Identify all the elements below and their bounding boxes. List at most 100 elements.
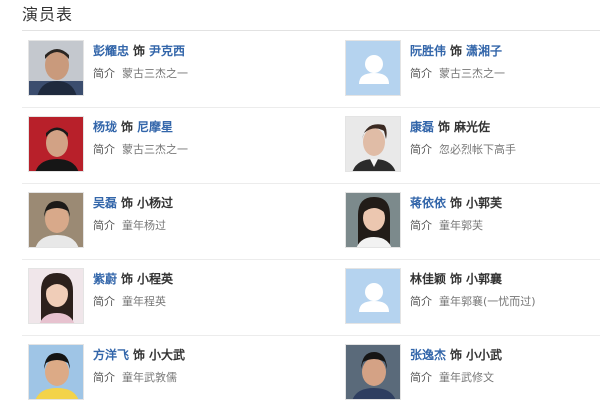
actor-name: 林佳颖 <box>410 272 447 286</box>
cast-row: 吴磊饰小杨过 简介 童年杨过 蒋依依饰小郭芙 简介 童年郭芙 <box>0 184 600 260</box>
default-avatar-icon <box>346 269 400 323</box>
actor-photo[interactable] <box>345 344 401 400</box>
cast-row: 杨珑饰尼摩星 简介 蒙古三杰之一 康磊饰麻光佐 简介 忽必烈帐下高手 <box>0 108 600 184</box>
placeholder-avatar[interactable] <box>345 40 401 96</box>
section-title: 演员表 <box>22 5 74 24</box>
intro-label: 简介 <box>410 67 432 80</box>
actor-name-link[interactable]: 吴磊 <box>93 196 117 210</box>
intro-text: 童年武修文 <box>439 371 494 384</box>
actor-photo[interactable] <box>28 40 84 96</box>
role-name: 小程英 <box>137 272 174 286</box>
intro-label: 简介 <box>93 295 115 308</box>
cast-card: 林佳颖饰小郭襄 简介 童年郭襄(一忧而过) <box>345 268 600 328</box>
actor-photo-image <box>346 117 400 171</box>
cast-card: 吴磊饰小杨过 简介 童年杨过 <box>28 192 298 252</box>
role-name: 小郭芙 <box>466 196 503 210</box>
role-name-link[interactable]: 潇湘子 <box>466 44 502 58</box>
actor-name-link[interactable]: 张逸杰 <box>410 348 446 362</box>
intro-label: 简介 <box>410 371 432 384</box>
cast-intro: 简介 童年杨过 <box>93 219 166 233</box>
as-word: 饰 <box>121 272 134 286</box>
actor-photo[interactable] <box>28 268 84 324</box>
actor-photo-image <box>29 117 83 171</box>
role-name: 小杨过 <box>137 196 174 210</box>
role-name: 小大武 <box>149 348 186 362</box>
placeholder-avatar[interactable] <box>345 268 401 324</box>
cast-row: 彭耀忠饰尹克西 简介 蒙古三杰之一 阮胜伟饰潇湘子 简介 蒙古三杰之一 <box>0 32 600 108</box>
actor-photo-image <box>29 345 83 399</box>
role-name-link[interactable]: 尼摩星 <box>137 120 173 134</box>
cast-card: 紫蔚饰小程英 简介 童年程英 <box>28 268 298 328</box>
cast-name-line: 阮胜伟饰潇湘子 <box>410 43 502 59</box>
cast-row: 方洋飞饰小大武 简介 童年武敦儒 张逸杰饰小小武 简介 童年武修文 <box>0 336 600 403</box>
role-name: 麻光佐 <box>454 120 491 134</box>
as-word: 饰 <box>450 44 463 58</box>
actor-photo[interactable] <box>28 116 84 172</box>
actor-photo-image <box>29 193 83 247</box>
actor-photo[interactable] <box>345 116 401 172</box>
actor-name-link[interactable]: 康磊 <box>410 120 434 134</box>
cast-name-line: 吴磊饰小杨过 <box>93 195 173 211</box>
as-word: 饰 <box>450 196 463 210</box>
cast-list-page: 演员表 彭耀忠饰尹克西 简介 蒙古三杰之一 阮胜伟 饰 潇湘子 简介 蒙古三杰之… <box>0 0 600 403</box>
as-word: 饰 <box>438 120 451 134</box>
cast-card: 康磊饰麻光佐 简介 忽必烈帐下高手 <box>345 116 600 176</box>
intro-text: 蒙古三杰之一 <box>439 67 505 80</box>
intro-label: 简介 <box>93 143 115 156</box>
intro-label: 简介 <box>410 143 432 156</box>
cast-intro: 简介 童年程英 <box>93 295 166 309</box>
intro-text: 童年程英 <box>122 295 166 308</box>
intro-label: 简介 <box>410 295 432 308</box>
actor-photo[interactable] <box>28 192 84 248</box>
intro-text: 童年武敦儒 <box>122 371 177 384</box>
cast-name-line: 方洋飞饰小大武 <box>93 347 185 363</box>
default-avatar-icon <box>346 41 400 95</box>
cast-intro: 简介 童年郭芙 <box>410 219 483 233</box>
as-word: 饰 <box>133 44 146 58</box>
cast-card: 方洋飞饰小大武 简介 童年武敦儒 <box>28 344 298 403</box>
cast-card: 杨珑饰尼摩星 简介 蒙古三杰之一 <box>28 116 298 176</box>
cast-name-line: 张逸杰饰小小武 <box>410 347 502 363</box>
cast-grid: 彭耀忠饰尹克西 简介 蒙古三杰之一 阮胜伟饰潇湘子 简介 蒙古三杰之一 杨珑 饰… <box>0 32 600 403</box>
intro-label: 简介 <box>93 219 115 232</box>
cast-name-line: 林佳颖饰小郭襄 <box>410 271 502 287</box>
actor-photo-image <box>29 269 83 323</box>
cast-intro: 简介 蒙古三杰之一 <box>93 67 188 81</box>
actor-name-link[interactable]: 紫蔚 <box>93 272 117 286</box>
cast-name-line: 紫蔚饰小程英 <box>93 271 173 287</box>
intro-label: 简介 <box>93 67 115 80</box>
cast-intro: 简介 童年武敦儒 <box>93 371 177 385</box>
actor-name-link[interactable]: 蒋依依 <box>410 196 446 210</box>
actor-name-link[interactable]: 方洋飞 <box>93 348 129 362</box>
intro-text: 蒙古三杰之一 <box>122 67 188 80</box>
cast-intro: 简介 童年武修文 <box>410 371 494 385</box>
actor-name-link[interactable]: 彭耀忠 <box>93 44 129 58</box>
actor-photo-image <box>29 41 83 95</box>
cast-intro: 简介 童年郭襄(一忧而过) <box>410 295 536 309</box>
role-name: 小郭襄 <box>466 272 503 286</box>
cast-name-line: 康磊饰麻光佐 <box>410 119 490 135</box>
role-name: 小小武 <box>466 348 503 362</box>
cast-name-line: 彭耀忠饰尹克西 <box>93 43 185 59</box>
intro-text: 忽必烈帐下高手 <box>439 143 516 156</box>
actor-photo-image <box>346 193 400 247</box>
cast-card: 蒋依依饰小郭芙 简介 童年郭芙 <box>345 192 600 252</box>
cast-card: 张逸杰饰小小武 简介 童年武修文 <box>345 344 600 403</box>
actor-name-link[interactable]: 杨珑 <box>93 120 117 134</box>
role-name-link[interactable]: 尹克西 <box>149 44 185 58</box>
cast-row: 紫蔚饰小程英 简介 童年程英 林佳颖饰小郭襄 简介 童年郭襄(一忧而过) <box>0 260 600 336</box>
cast-card: 阮胜伟饰潇湘子 简介 蒙古三杰之一 <box>345 40 600 100</box>
cast-name-line: 蒋依依饰小郭芙 <box>410 195 502 211</box>
actor-photo[interactable] <box>345 192 401 248</box>
cast-card: 彭耀忠饰尹克西 简介 蒙古三杰之一 <box>28 40 298 100</box>
title-divider <box>22 30 600 31</box>
as-word: 饰 <box>121 120 134 134</box>
as-word: 饰 <box>450 348 463 362</box>
actor-name-link[interactable]: 阮胜伟 <box>410 44 446 58</box>
as-word: 饰 <box>450 272 463 286</box>
cast-intro: 简介 忽必烈帐下高手 <box>410 143 516 157</box>
intro-label: 简介 <box>93 371 115 384</box>
as-word: 饰 <box>133 348 146 362</box>
cast-name-line: 杨珑饰尼摩星 <box>93 119 173 135</box>
actor-photo[interactable] <box>28 344 84 400</box>
